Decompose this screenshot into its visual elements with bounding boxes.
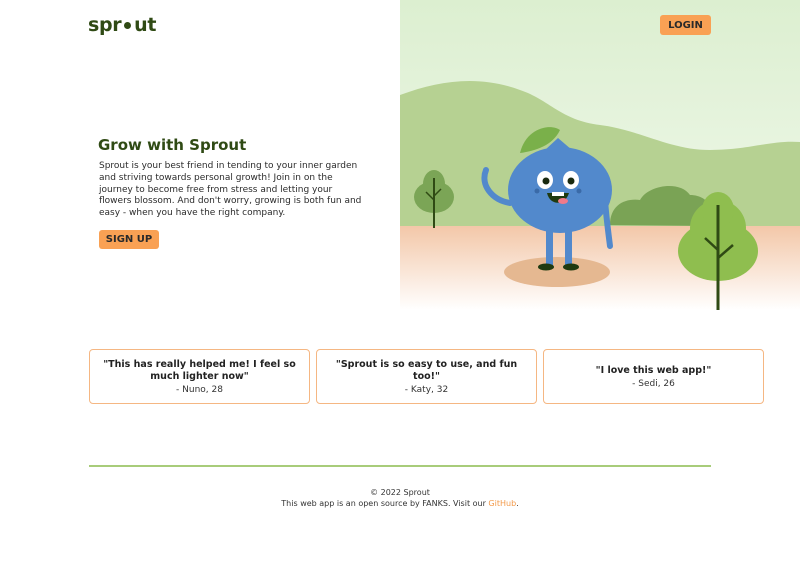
- github-link[interactable]: GitHub: [488, 499, 516, 508]
- testimonial-card: "I love this web app!" - Sedi, 26: [543, 349, 764, 404]
- testimonial-quote: "I love this web app!": [595, 364, 712, 376]
- footer-open-source-text: This web app is an open source by FANKS.…: [281, 498, 489, 508]
- hero-title: Grow with Sprout: [98, 136, 247, 154]
- testimonial-card: "This has really helped me! I feel so mu…: [89, 349, 310, 404]
- logo-text-end: ut: [134, 14, 157, 36]
- footer-copyright: © 2022 Sprout: [370, 488, 430, 497]
- hero-description: Sprout is your best friend in tending to…: [99, 161, 362, 219]
- testimonial-card: "Sprout is so easy to use, and fun too!"…: [316, 349, 537, 404]
- testimonial-quote: "This has really helped me! I feel so mu…: [103, 358, 296, 382]
- testimonial-author: - Katy, 32: [404, 384, 449, 395]
- logo-o: o: [121, 14, 134, 36]
- login-button[interactable]: LOGIN: [660, 15, 711, 35]
- footer-divider: [89, 465, 711, 467]
- testimonial-author: - Sedi, 26: [632, 378, 675, 389]
- footer: © 2022 Sprout This web app is an open so…: [0, 488, 800, 509]
- hero-scene: [400, 0, 800, 310]
- footer-open-source: This web app is an open source by FANKS.…: [0, 499, 800, 510]
- hero-illustration: [400, 0, 800, 310]
- testimonial-quote: "Sprout is so easy to use, and fun too!": [335, 358, 518, 382]
- footer-period: .: [516, 498, 519, 508]
- sprout-logo-seed-icon: [124, 22, 132, 29]
- logo-text-start: spr: [88, 14, 122, 36]
- signup-button[interactable]: SIGN UP: [99, 230, 159, 249]
- mascot-shadow: [504, 257, 610, 287]
- testimonial-author: - Nuno, 28: [176, 384, 223, 395]
- sprout-logo[interactable]: sprout: [88, 14, 156, 36]
